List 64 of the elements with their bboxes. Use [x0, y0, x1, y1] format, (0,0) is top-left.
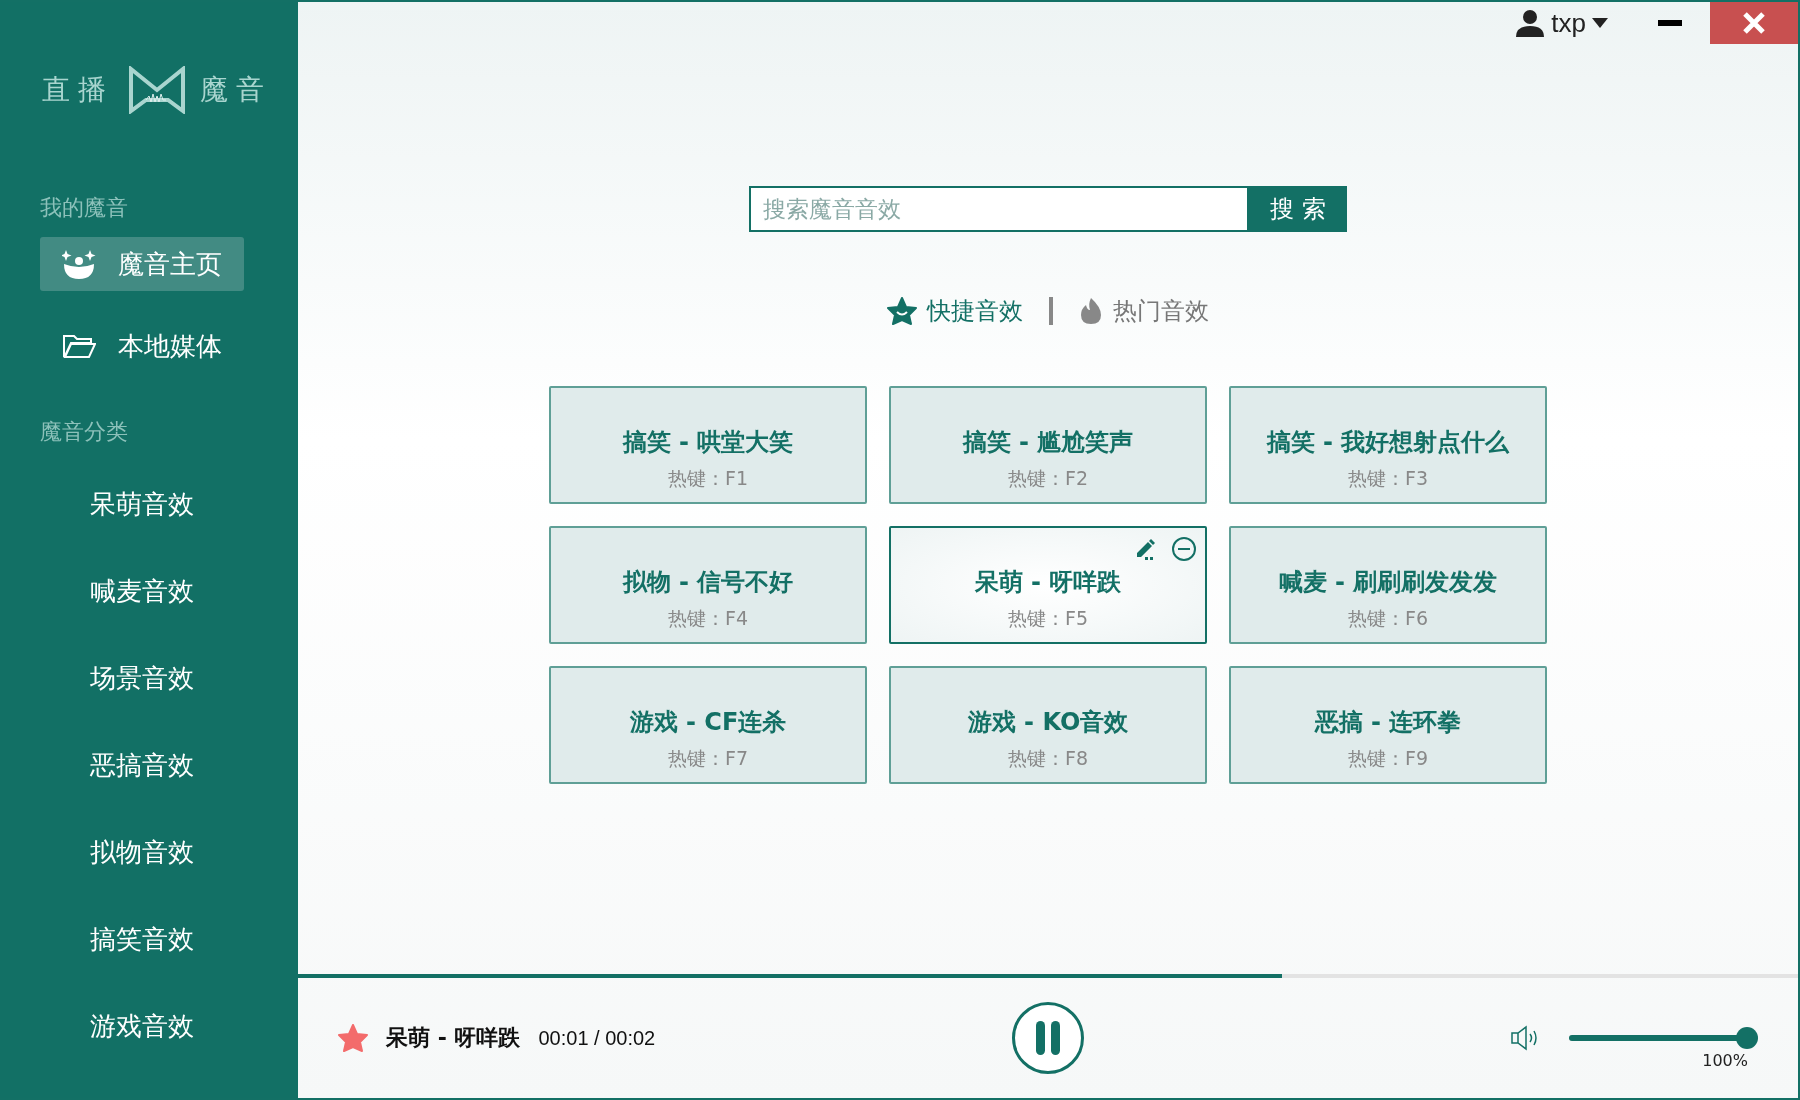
track-time: 00:01 / 00:02 [538, 1026, 656, 1050]
sound-title: 搞笑 - 哄堂大笑 [622, 427, 794, 458]
sound-title: 搞笑 - 我好想射点什么 [1266, 427, 1510, 458]
hotkey-label: 热键：F8 [1008, 746, 1088, 771]
sound-card[interactable]: 游戏 - CF连杀 热键：F7 [549, 666, 867, 784]
flame-icon [1079, 297, 1103, 325]
sound-title: 游戏 - KO音效 [967, 707, 1129, 738]
caret-icon [1592, 18, 1608, 28]
volume-thumb[interactable] [1736, 1027, 1758, 1049]
sound-title: 喊麦 - 刷刷刷发发发 [1278, 567, 1498, 598]
sound-card[interactable]: 搞笑 - 哄堂大笑 热键：F1 [549, 386, 867, 504]
hotkey-label: 热键：F7 [668, 746, 748, 771]
hotkey-label: 热键：F2 [1008, 466, 1088, 491]
sound-card[interactable]: 恶搞 - 连环拳 热键：F9 [1229, 666, 1547, 784]
logo-text: 直播 [42, 71, 114, 108]
search-field[interactable]: 搜索魔音音效 [749, 186, 1249, 232]
sidebar-item[interactable]: 本地媒体 [40, 319, 244, 373]
tab[interactable]: 热门音效 [1073, 294, 1215, 328]
tab[interactable]: 快捷音效 [881, 294, 1029, 328]
close-button[interactable] [1710, 2, 1798, 44]
sound-card[interactable]: 呆萌 - 呀咩跌 热键：F5 [889, 526, 1207, 644]
search-button[interactable]: 搜 索 [1249, 186, 1347, 232]
sound-card[interactable]: 游戏 - KO音效 热键：F8 [889, 666, 1207, 784]
track-title: 呆萌 - 呀咩跌 [386, 1024, 521, 1052]
section-heading: 我的魔音 [40, 194, 129, 222]
hotkey-label: 热键：F1 [668, 466, 748, 491]
volume-reading: 100% [1702, 1051, 1748, 1070]
sound-card[interactable]: 喊麦 - 刷刷刷发发发 热键：F6 [1229, 526, 1547, 644]
sound-title: 呆萌 - 呀咩跌 [974, 567, 1122, 598]
progress-track[interactable] [298, 974, 1798, 978]
category-item[interactable]: 搞笑音效 [40, 896, 260, 983]
sound-title: 拟物 - 信号不好 [622, 567, 794, 598]
sound-title: 搞笑 - 尴尬笑声 [962, 427, 1134, 458]
category-item[interactable]: 喊麦音效 [40, 548, 260, 635]
remove-icon[interactable] [1171, 536, 1197, 562]
user-menu[interactable]: txp [1509, 6, 1614, 40]
smiley-icon [62, 248, 96, 280]
user-icon [1515, 8, 1546, 38]
hotkey-label: 热键：F3 [1348, 466, 1428, 491]
sound-card[interactable]: 搞笑 - 尴尬笑声 热键：F2 [889, 386, 1207, 504]
sound-card[interactable]: 拟物 - 信号不好 热键：F4 [549, 526, 867, 644]
star-icon [887, 297, 917, 325]
hotkey-label: 热键：F4 [668, 606, 748, 631]
star-icon[interactable] [338, 1024, 368, 1052]
category-item[interactable]: 呆萌音效 [40, 461, 260, 548]
sidebar-item[interactable]: 魔音主页 [40, 237, 244, 291]
hotkey-label: 热键：F6 [1348, 606, 1428, 631]
minimize-icon [1658, 20, 1682, 26]
category-item[interactable]: 场景音效 [40, 635, 260, 722]
category-item[interactable]: 拟物音效 [40, 809, 260, 896]
sound-title: 恶搞 - 连环拳 [1314, 707, 1462, 738]
speaker-icon[interactable] [1510, 1025, 1540, 1051]
close-icon [1742, 11, 1766, 35]
logo-text: 魔音 [200, 71, 272, 108]
category-item[interactable]: 游戏音效 [40, 983, 260, 1070]
category-item[interactable]: 恶搞音效 [40, 722, 260, 809]
logo-icon [128, 65, 186, 114]
folder-icon [62, 333, 96, 359]
hotkey-label: 热键：F9 [1348, 746, 1428, 771]
hotkey-label: 热键：F5 [1008, 606, 1088, 631]
section-heading: 魔音分类 [40, 418, 129, 446]
pause-icon [1033, 1021, 1063, 1055]
sound-title: 游戏 - CF连杀 [629, 707, 787, 738]
sound-card[interactable]: 搞笑 - 我好想射点什么 热键：F3 [1229, 386, 1547, 504]
